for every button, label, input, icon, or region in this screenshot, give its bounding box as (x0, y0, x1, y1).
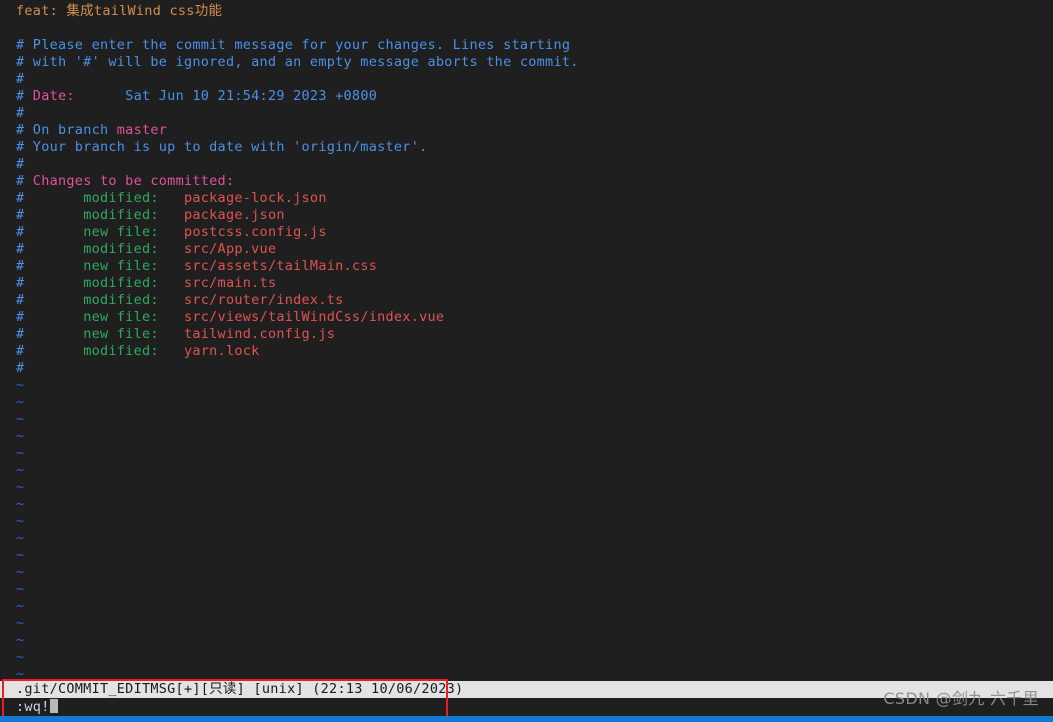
tilde-icon: ~ (16, 428, 25, 444)
comment-marker: # (16, 156, 25, 172)
empty-line-marker: ~ (0, 598, 1053, 615)
file-status: modified: (24, 207, 184, 223)
meta-value: Sat Jun 10 21:54:29 2023 +0800 (74, 88, 378, 104)
file-status: modified: (24, 190, 184, 206)
tilde-icon: ~ (16, 666, 25, 682)
buffer-line: # new file: src/views/tailWindCss/index.… (0, 309, 1053, 326)
file-status: new file: (24, 258, 184, 274)
file-status: modified: (24, 343, 184, 359)
tilde-icon: ~ (16, 598, 25, 614)
file-status: modified: (24, 241, 184, 257)
buffer-line: # modified: src/router/index.ts (0, 292, 1053, 309)
meta-key: Date: (24, 88, 75, 104)
buffer-line: # (0, 105, 1053, 122)
empty-line-marker: ~ (0, 547, 1053, 564)
tilde-icon: ~ (16, 615, 25, 631)
empty-line-marker: ~ (0, 445, 1053, 462)
empty-line-marker: ~ (0, 496, 1053, 513)
buffer-line: # new file: src/assets/tailMain.css (0, 258, 1053, 275)
buffer-line: # modified: src/App.vue (0, 241, 1053, 258)
empty-line-marker: ~ (0, 530, 1053, 547)
branch-name: master (116, 122, 168, 138)
buffer-line: # (0, 360, 1053, 377)
file-path: src/assets/tailMain.css (183, 258, 378, 274)
buffer-line: # (0, 156, 1053, 173)
bottom-accent-strip (0, 716, 1053, 722)
file-path: src/router/index.ts (183, 292, 344, 308)
file-status: new file: (24, 309, 184, 325)
empty-line-marker: ~ (0, 649, 1053, 666)
editor-buffer[interactable]: feat: 集成tailWind css功能 # Please enter the… (0, 3, 1053, 683)
file-status: new file: (24, 224, 184, 240)
empty-line-marker: ~ (0, 615, 1053, 632)
csdn-watermark: CSDN @剑九 六千里 (883, 689, 1039, 708)
buffer-line: # modified: package-lock.json (0, 190, 1053, 207)
comment-line: # with '#' will be ignored, and an empty… (16, 54, 579, 70)
buffer-line: feat: 集成tailWind css功能 (0, 3, 1053, 20)
buffer-line: # new file: tailwind.config.js (0, 326, 1053, 343)
tilde-icon: ~ (16, 394, 25, 410)
branch-label: On branch (24, 122, 117, 138)
buffer-line: # with '#' will be ignored, and an empty… (0, 54, 1053, 71)
comment-marker: # (16, 71, 25, 87)
buffer-line: # modified: src/main.ts (0, 275, 1053, 292)
buffer-line: # On branch master (0, 122, 1053, 139)
tilde-icon: ~ (16, 632, 25, 648)
file-path: package.json (183, 207, 285, 223)
file-path: src/App.vue (183, 241, 277, 257)
buffer-line (0, 20, 1053, 37)
tilde-icon: ~ (16, 547, 25, 563)
command-line-text: :wq! (16, 699, 50, 715)
buffer-line: # Changes to be committed: (0, 173, 1053, 190)
empty-line-marker: ~ (0, 377, 1053, 394)
buffer-line: # Date: Sat Jun 10 21:54:29 2023 +0800 (0, 88, 1053, 105)
file-status: modified: (24, 275, 184, 291)
text-cursor (49, 699, 58, 713)
buffer-line: # modified: package.json (0, 207, 1053, 224)
file-path: package-lock.json (183, 190, 327, 206)
empty-line-marker: ~ (0, 462, 1053, 479)
tilde-icon: ~ (16, 496, 25, 512)
buffer-line: # Your branch is up to date with 'origin… (0, 139, 1053, 156)
empty-line-marker: ~ (0, 632, 1053, 649)
empty-line-marker: ~ (0, 411, 1053, 428)
commit-subject: feat: 集成tailWind css功能 (16, 3, 223, 19)
file-status: modified: (24, 292, 184, 308)
comment-marker: # (16, 105, 25, 121)
empty-line-marker: ~ (0, 581, 1053, 598)
empty-line-marker: ~ (0, 479, 1053, 496)
empty-line-marker: ~ (0, 564, 1053, 581)
comment-line: # Please enter the commit message for yo… (16, 37, 571, 53)
empty-line-marker: ~ (0, 428, 1053, 445)
tilde-icon: ~ (16, 649, 25, 665)
tilde-icon: ~ (16, 462, 25, 478)
tilde-icon: ~ (16, 530, 25, 546)
tilde-icon: ~ (16, 445, 25, 461)
buffer-line: # (0, 71, 1053, 88)
tilde-icon: ~ (16, 564, 25, 580)
buffer-line: # Please enter the commit message for yo… (0, 37, 1053, 54)
file-path: tailwind.config.js (183, 326, 336, 342)
file-path: postcss.config.js (183, 224, 327, 240)
file-status: new file: (24, 326, 184, 342)
comment-marker: # (16, 360, 25, 376)
file-path: src/views/tailWindCss/index.vue (183, 309, 445, 325)
empty-line-marker: ~ (0, 394, 1053, 411)
section-header: Changes to be committed: (24, 173, 235, 189)
tilde-icon: ~ (16, 581, 25, 597)
file-path: src/main.ts (183, 275, 277, 291)
tilde-icon: ~ (16, 377, 25, 393)
comment-line: # Your branch is up to date with 'origin… (16, 139, 428, 155)
vim-terminal-screen: feat: 集成tailWind css功能 # Please enter the… (0, 0, 1053, 722)
buffer-line: # new file: postcss.config.js (0, 224, 1053, 241)
tilde-icon: ~ (16, 479, 25, 495)
tilde-icon: ~ (16, 513, 25, 529)
file-path: yarn.lock (183, 343, 260, 359)
buffer-line: # modified: yarn.lock (0, 343, 1053, 360)
tilde-icon: ~ (16, 411, 25, 427)
empty-line-marker: ~ (0, 513, 1053, 530)
